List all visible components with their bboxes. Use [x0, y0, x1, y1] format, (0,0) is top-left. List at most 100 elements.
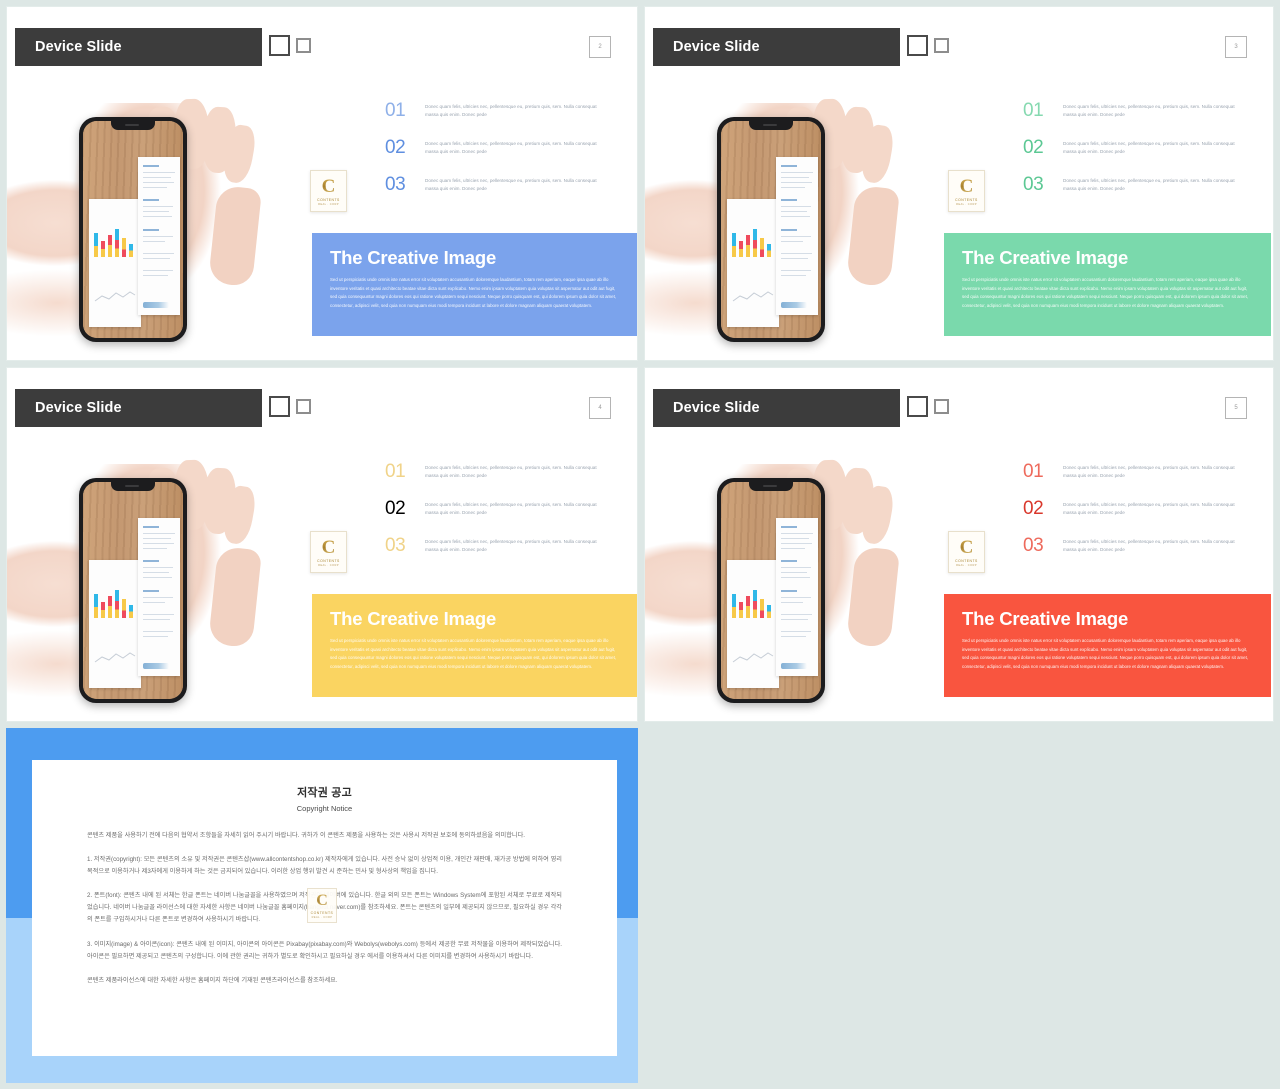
square-outline-small-icon: [296, 399, 311, 414]
smartphone-mockup: [79, 478, 187, 703]
list-item-text: Donec quam felis, ultricies nec, pellent…: [1063, 502, 1235, 516]
slide-header-title: Device Slide: [673, 39, 760, 55]
copyright-section-3: 3. 이미지(image) & 아이콘(icon): 콘텐츠 내에 된 이미지,…: [87, 940, 562, 960]
chart-paper: [727, 199, 779, 327]
chart-paper: [727, 560, 779, 688]
logo-line-1: CONTENTS: [310, 910, 334, 915]
slide-thumbnail-copyright[interactable]: 저작권 공고 Copyright Notice 콘텐츠 제품을 사용하기 전에 …: [6, 728, 638, 1083]
numbered-feature-list: 01 Donec quam felis, ultricies nec, pell…: [385, 101, 615, 212]
phone-screen: [83, 482, 183, 699]
numbered-feature-list: 01 Donec quam felis, ultricies nec, pell…: [385, 462, 615, 573]
document-paper: [776, 518, 818, 676]
page-number-badge: 5: [1225, 397, 1247, 419]
signature-graphic: [143, 302, 169, 308]
slide-thumbnail-3[interactable]: Device Slide 3 C CONTENTS REAL . CORP 01…: [644, 6, 1274, 361]
signature-graphic: [781, 302, 807, 308]
list-item: 01 Donec quam felis, ultricies nec, pell…: [1023, 101, 1253, 120]
list-item: 01 Donec quam felis, ultricies nec, pell…: [385, 101, 615, 120]
contents-logo-badge: C CONTENTS REAL . CORP: [948, 170, 985, 212]
creative-image-banner: The Creative Image Sed ut perspiciatis u…: [312, 594, 637, 697]
slide-header-bar: Device Slide: [15, 389, 262, 427]
contents-logo-badge: C CONTENTS REAL . CORP: [307, 888, 337, 923]
phone-notch: [749, 482, 793, 491]
logo-letter: C: [316, 891, 328, 909]
list-item-number: 03: [1023, 174, 1044, 195]
creative-image-banner: The Creative Image Sed ut perspiciatis u…: [944, 233, 1271, 336]
list-item: 03 Donec quam felis, ultricies nec, pell…: [1023, 536, 1253, 555]
logo-letter: C: [959, 536, 974, 558]
bar-chart-graphic: [94, 586, 136, 618]
list-item-text: Donec quam felis, ultricies nec, pellent…: [1063, 141, 1235, 155]
list-item: 03 Donec quam felis, ultricies nec, pell…: [385, 175, 615, 194]
copyright-section-1: 1. 저작권(copyright): 모든 콘텐츠의 소유 및 저작권은 콘텐츠…: [87, 856, 562, 876]
numbered-feature-list: 01 Donec quam felis, ultricies nec, pell…: [1023, 462, 1253, 573]
list-item-text: Donec quam felis, ultricies nec, pellent…: [425, 465, 597, 479]
slide-thumbnail-4[interactable]: Device Slide 4 C CONTENTS REAL . CORP 01…: [6, 367, 638, 722]
list-item-text: Donec quam felis, ultricies nec, pellent…: [425, 104, 597, 118]
logo-line-1: CONTENTS: [955, 558, 978, 563]
hand-holding-phone-photo: [645, 69, 945, 360]
list-item: 02 Donec quam felis, ultricies nec, pell…: [385, 138, 615, 157]
signature-graphic: [143, 663, 169, 669]
page-number-badge: 4: [589, 397, 611, 419]
page-number-text: 2: [598, 44, 602, 50]
numbered-feature-list: 01 Donec quam felis, ultricies nec, pell…: [1023, 101, 1253, 212]
list-item-text: Donec quam felis, ultricies nec, pellent…: [1063, 539, 1235, 553]
copyright-title: 저작권 공고: [297, 787, 352, 799]
bar-chart-graphic: [94, 225, 136, 257]
smartphone-mockup: [717, 478, 825, 703]
list-item-number: 03: [1023, 535, 1044, 556]
phone-notch: [111, 482, 155, 491]
slide-header-title: Device Slide: [35, 39, 122, 55]
logo-letter: C: [321, 175, 336, 197]
line-chart-graphic: [732, 291, 774, 302]
list-item-number: 01: [385, 461, 406, 482]
square-outline-large-icon: [907, 35, 928, 56]
slide-header-bar: Device Slide: [653, 28, 900, 66]
list-item-number: 01: [385, 100, 406, 121]
banner-title: The Creative Image: [330, 608, 497, 629]
list-item-text: Donec quam felis, ultricies nec, pellent…: [425, 539, 597, 553]
slide-header-title: Device Slide: [35, 400, 122, 416]
slide-thumbnail-board: Device Slide 2 C CONTENTS REAL . CORP 01…: [0, 0, 1280, 1089]
list-item-number: 02: [1023, 137, 1044, 158]
slide-thumbnail-2[interactable]: Device Slide 2 C CONTENTS REAL . CORP 01…: [6, 6, 638, 361]
square-outline-small-icon: [296, 38, 311, 53]
logo-line-2: REAL . CORP: [318, 202, 339, 206]
banner-body-text: Sed ut perspiciatis unde omnis iste natu…: [962, 638, 1249, 669]
logo-line-1: CONTENTS: [317, 197, 340, 202]
list-item: 02 Donec quam felis, ultricies nec, pell…: [385, 499, 615, 518]
smartphone-mockup: [79, 117, 187, 342]
list-item-text: Donec quam felis, ultricies nec, pellent…: [425, 178, 597, 192]
creative-image-banner: The Creative Image Sed ut perspiciatis u…: [944, 594, 1271, 697]
page-number-text: 3: [1234, 44, 1238, 50]
hand-holding-phone-photo: [7, 430, 307, 721]
phone-notch: [111, 121, 155, 130]
slide-thumbnail-5[interactable]: Device Slide 5 C CONTENTS REAL . CORP 01…: [644, 367, 1274, 722]
list-item-number: 03: [385, 174, 406, 195]
list-item-number: 01: [1023, 461, 1044, 482]
list-item-number: 02: [1023, 498, 1044, 519]
banner-title: The Creative Image: [962, 247, 1129, 268]
smartphone-mockup: [717, 117, 825, 342]
line-chart-graphic: [94, 291, 136, 302]
square-outline-large-icon: [907, 396, 928, 417]
banner-body-text: Sed ut perspiciatis unde omnis iste natu…: [330, 638, 617, 669]
line-chart-graphic: [732, 652, 774, 663]
copyright-outro: 콘텐츠 제품라이선스에 대한 자세한 사항은 홈페이지 하단에 기재된 콘텐츠라…: [87, 976, 338, 984]
contents-logo-badge: C CONTENTS REAL . CORP: [948, 531, 985, 573]
list-item: 03 Donec quam felis, ultricies nec, pell…: [1023, 175, 1253, 194]
logo-line-2: REAL . CORP: [956, 202, 977, 206]
page-number-text: 5: [1234, 405, 1238, 411]
square-outline-large-icon: [269, 35, 290, 56]
bar-chart-graphic: [732, 225, 774, 257]
document-paper: [138, 157, 180, 315]
list-item: 02 Donec quam felis, ultricies nec, pell…: [1023, 499, 1253, 518]
list-item: 02 Donec quam felis, ultricies nec, pell…: [1023, 138, 1253, 157]
phone-notch: [749, 121, 793, 130]
list-item-number: 03: [385, 535, 406, 556]
creative-image-banner: The Creative Image Sed ut perspiciatis u…: [312, 233, 637, 336]
slide-header-title: Device Slide: [673, 400, 760, 416]
slide-header-bar: Device Slide: [653, 389, 900, 427]
document-paper: [138, 518, 180, 676]
